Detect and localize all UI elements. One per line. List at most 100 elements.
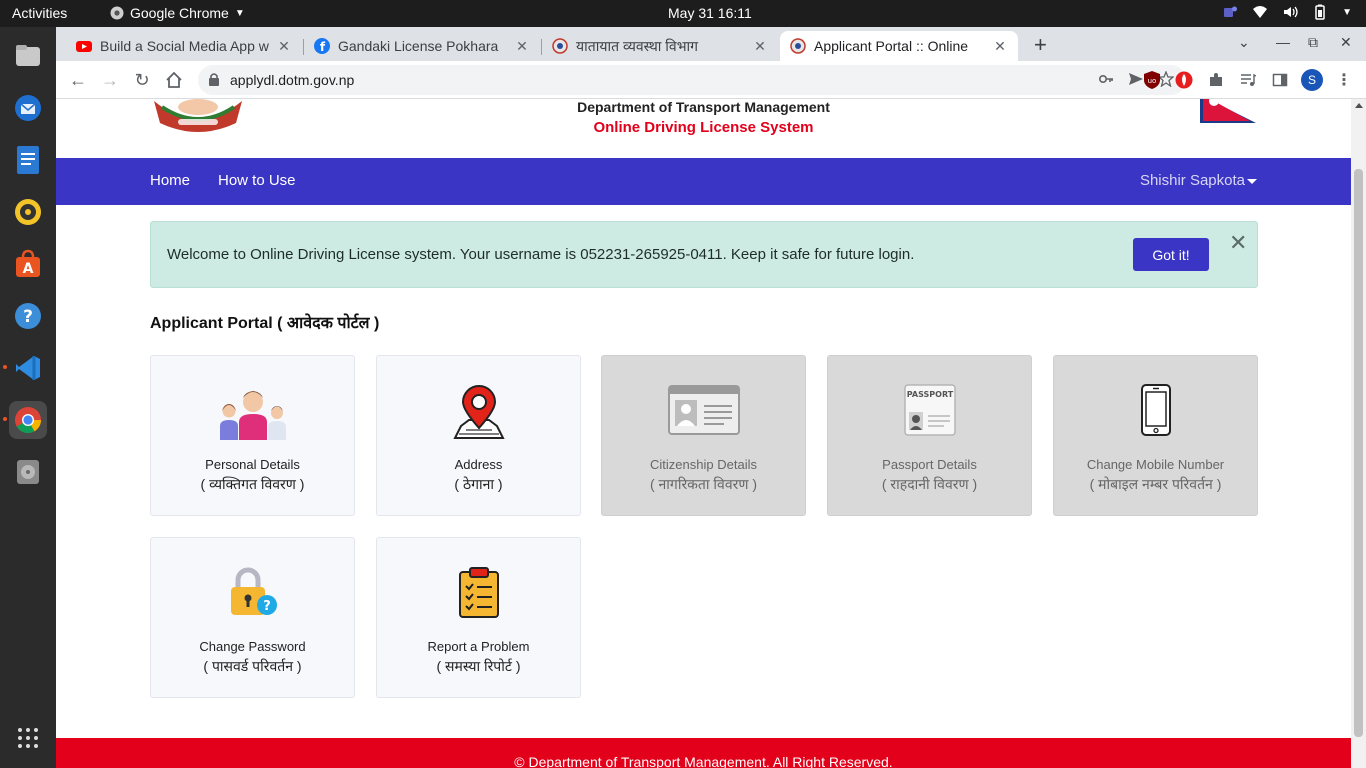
close-icon[interactable]: ✕: [1229, 232, 1247, 254]
side-panel-icon[interactable]: [1270, 70, 1290, 90]
minimize-button[interactable]: —: [1276, 34, 1290, 50]
card-title-en: Change Password: [199, 639, 306, 654]
close-icon[interactable]: ✕: [276, 38, 292, 55]
clock[interactable]: May 31 16:11: [668, 5, 752, 21]
more-menu-icon[interactable]: ⋮: [1334, 70, 1354, 90]
nepal-flag-logo: [1200, 99, 1256, 123]
app-menu[interactable]: Google Chrome ▼: [110, 5, 245, 21]
chrome-small-icon: [110, 6, 124, 20]
svg-text:uo: uo: [1148, 77, 1157, 85]
card-title-np: ( नागरिकता विवरण ): [649, 476, 758, 492]
close-window-button[interactable]: ✕: [1340, 34, 1352, 51]
got-it-button[interactable]: Got it!: [1133, 238, 1209, 271]
svg-text:A: A: [23, 261, 34, 277]
svg-text:?: ?: [263, 599, 271, 614]
tab-title: Build a Social Media App w: [100, 38, 269, 54]
volume-icon: [1284, 6, 1298, 18]
media-control-icon[interactable]: [1238, 70, 1258, 90]
activities-button[interactable]: Activities: [12, 5, 67, 21]
system-top-bar: Activities Google Chrome ▼ May 31 16:11 …: [0, 0, 1366, 27]
dock-rhythmbox[interactable]: [9, 193, 47, 231]
dock-vscode[interactable]: [9, 349, 47, 387]
forward-button[interactable]: →: [100, 70, 120, 90]
dock-help[interactable]: ?: [9, 297, 47, 335]
site-footer: © Department of Transport Management. Al…: [56, 738, 1351, 768]
user-menu[interactable]: Shishir Sapkota: [1140, 172, 1245, 189]
close-icon[interactable]: ✕: [752, 38, 768, 55]
software-center-icon: A: [16, 249, 40, 277]
battery-icon: [1315, 4, 1325, 20]
caret-down-icon[interactable]: [1247, 179, 1257, 184]
dock-software[interactable]: A: [9, 245, 47, 283]
system-tray[interactable]: ▼: [1222, 4, 1352, 20]
card-personal-details[interactable]: Personal Details ( व्यक्तिगत विवरण ): [150, 355, 355, 516]
running-indicator: [3, 365, 7, 369]
tab-facebook[interactable]: f Gandaki License Pokhara ✕: [304, 31, 540, 61]
teams-icon: [1224, 6, 1238, 17]
family-icon: [219, 391, 286, 440]
svg-text:?: ?: [23, 307, 33, 327]
card-title-np: ( ठेगाना ): [454, 476, 503, 492]
dotm-icon: [552, 38, 568, 54]
address-bar[interactable]: applydl.dotm.gov.np: [198, 65, 1186, 95]
thunderbird-icon: [15, 95, 41, 121]
dock-show-apps[interactable]: [9, 719, 47, 757]
tab-strip: Build a Social Media App w ✕ f Gandaki L…: [56, 27, 1366, 61]
card-title-np: ( मोबाइल नम्बर परिवर्तन ): [1089, 476, 1222, 492]
chrome-icon: [15, 407, 42, 434]
ublock-icon[interactable]: uo: [1142, 70, 1162, 90]
home-button[interactable]: [164, 70, 184, 90]
url-text: applydl.dotm.gov.np: [230, 72, 355, 88]
card-report-a-problem[interactable]: Report a Problem ( समस्या रिपोर्ट ): [376, 537, 581, 698]
mobile-phone-icon: [1140, 384, 1171, 436]
site-header: Department of Transport Management Onlin…: [56, 99, 1351, 158]
dotm-icon: [790, 38, 806, 54]
dock-thunderbird[interactable]: [9, 89, 47, 127]
card-title-np: ( राहदानी विवरण ): [881, 476, 978, 492]
restore-button[interactable]: ⧉: [1308, 34, 1318, 51]
files-icon: [16, 45, 40, 66]
profile-avatar[interactable]: S: [1301, 69, 1323, 91]
card-title-np: ( व्यक्तिगत विवरण ): [200, 476, 305, 492]
card-title-en: Personal Details: [205, 457, 300, 472]
help-icon: ?: [15, 303, 41, 329]
tab-applicant-portal[interactable]: Applicant Portal :: Online ✕: [780, 31, 1018, 61]
page-viewport: Department of Transport Management Onlin…: [56, 99, 1351, 768]
running-indicator: [3, 417, 7, 421]
tab-title: यातायात व्यवस्था विभाग: [576, 37, 699, 54]
back-button[interactable]: ←: [68, 70, 88, 90]
svg-text:PASSPORT: PASSPORT: [906, 390, 953, 399]
wifi-icon: [1253, 6, 1268, 18]
card-change-password[interactable]: ? Change Password ( पासवर्ड परिवर्तन ): [150, 537, 355, 698]
scroll-up-arrow[interactable]: [1355, 103, 1363, 108]
card-title-np: ( समस्या रिपोर्ट ): [436, 658, 521, 674]
tab-dotm[interactable]: यातायात व्यवस्था विभाग ✕: [542, 31, 778, 61]
tab-search-button[interactable]: ⌄: [1238, 34, 1250, 51]
dock-files[interactable]: [9, 37, 47, 75]
app-name: Google Chrome: [130, 5, 229, 21]
card-title-en: Report a Problem: [427, 639, 530, 654]
close-icon[interactable]: ✕: [992, 38, 1008, 55]
main-navbar: Home How to Use Shishir Sapkota: [56, 158, 1351, 205]
extension-red-icon[interactable]: [1174, 70, 1194, 90]
card-address[interactable]: Address ( ठेगाना ): [376, 355, 581, 516]
nav-home[interactable]: Home: [150, 172, 190, 189]
map-pin-icon: [452, 385, 505, 439]
reload-button[interactable]: ↻: [132, 70, 152, 90]
disk-icon: [17, 460, 39, 484]
key-icon[interactable]: [1098, 71, 1114, 87]
close-icon[interactable]: ✕: [514, 38, 530, 55]
dock-writer[interactable]: [9, 141, 47, 179]
dock-disk[interactable]: [9, 453, 47, 491]
nav-how-to-use[interactable]: How to Use: [218, 172, 296, 189]
page-scrollbar[interactable]: [1351, 99, 1366, 768]
dock-chrome[interactable]: [9, 401, 47, 439]
scrollbar-thumb[interactable]: [1354, 169, 1363, 737]
dock: A ?: [0, 27, 56, 768]
tab-youtube[interactable]: Build a Social Media App w ✕: [66, 31, 302, 61]
libreoffice-writer-icon: [17, 146, 39, 174]
new-tab-button[interactable]: +: [1034, 32, 1047, 58]
card-change-mobile-number: Change Mobile Number ( मोबाइल नम्बर परिव…: [1053, 355, 1258, 516]
extensions-puzzle-icon[interactable]: [1206, 70, 1226, 90]
department-name: Department of Transport Management: [577, 99, 830, 115]
